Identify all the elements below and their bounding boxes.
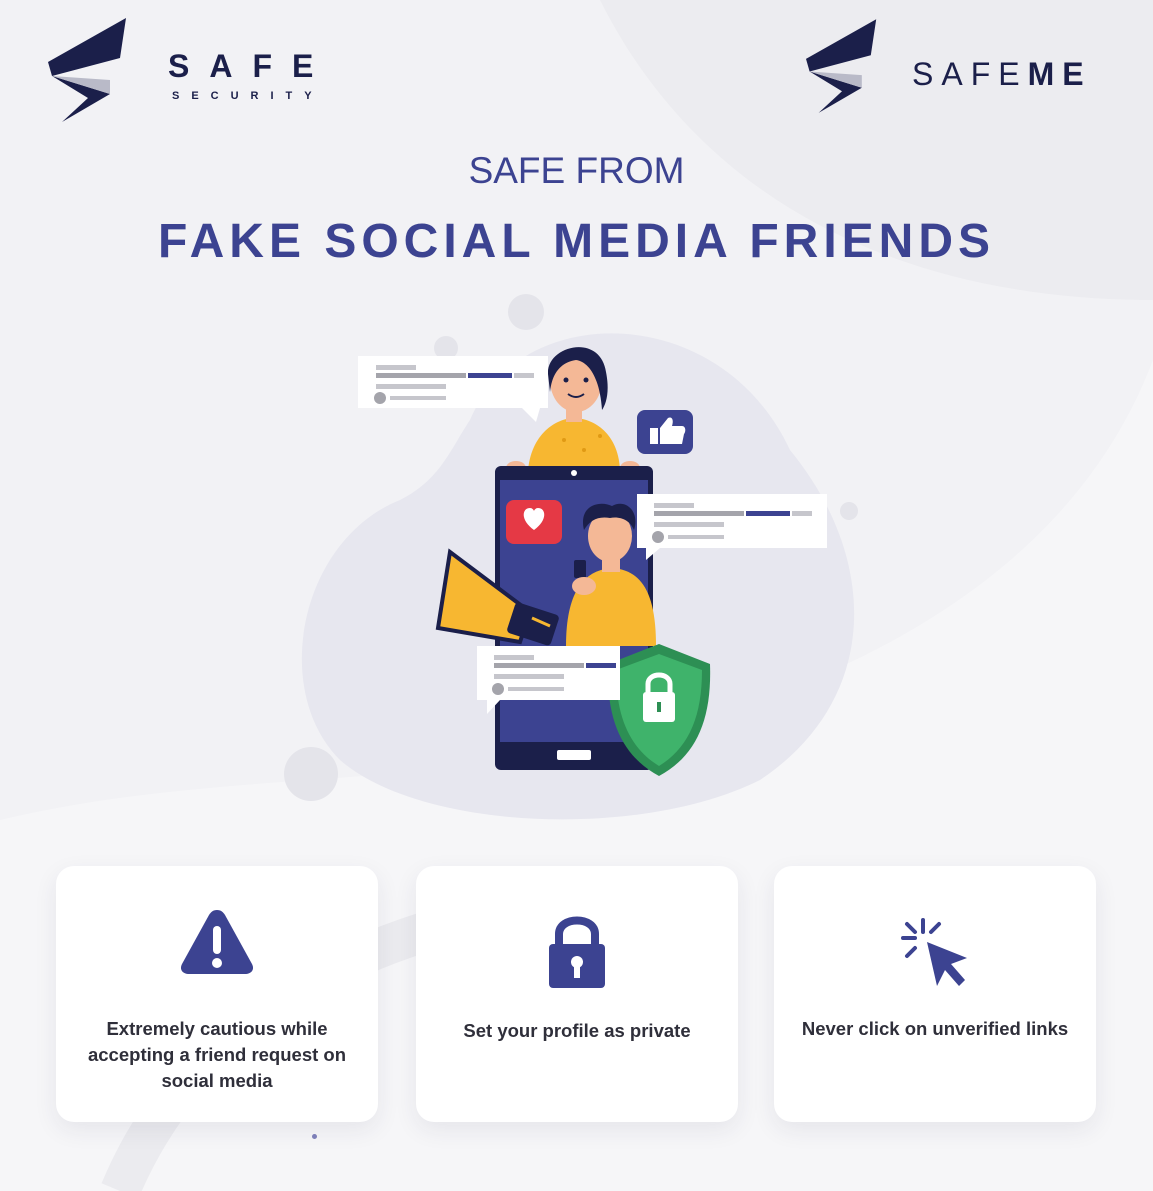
safe-security-wordmark: SAFE SECURITY — [168, 50, 333, 102]
page-title: FAKE SOCIAL MEDIA FRIENDS — [157, 215, 996, 268]
tip-text: Extremely cautious while accepting a fri… — [87, 1018, 347, 1091]
tip-text: Never click on unverified links — [801, 1018, 1069, 1039]
decor-circle — [508, 294, 544, 330]
safe-logo-mark-icon — [48, 18, 126, 122]
thumbs-up-badge-icon — [637, 410, 693, 454]
tip-text: Set your profile as private — [463, 1020, 691, 1041]
safe-security-logo: SAFE SECURITY — [48, 18, 333, 124]
pre-title: SAFE FROM — [468, 150, 685, 191]
safe-me-logo: SAFEME — [806, 18, 1092, 116]
tip-card-friend-request: Extremely cautious while accepting a fri… — [56, 866, 378, 1122]
warning-icon — [56, 906, 378, 996]
logo-subtitle: SECURITY — [172, 90, 324, 102]
safe-me-logo-mark-icon — [806, 19, 877, 113]
phone-social-illustration — [284, 294, 858, 820]
logo-name: SAFE — [168, 48, 334, 84]
tip-card-unverified-links: Never click on unverified links — [774, 866, 1096, 1122]
logo-name-safe: SAFE — [912, 56, 1028, 92]
decor-dot — [312, 1134, 317, 1139]
tip-card-private-profile: Set your profile as private — [416, 866, 738, 1122]
logo-name-me: ME — [1027, 56, 1092, 92]
decor-circle — [284, 747, 338, 801]
safe-me-wordmark: SAFEME — [912, 58, 1092, 90]
cursor-click-icon — [774, 916, 1096, 1006]
heart-badge-icon — [506, 500, 562, 544]
decor-circle — [840, 502, 858, 520]
padlock-icon — [416, 912, 738, 1002]
